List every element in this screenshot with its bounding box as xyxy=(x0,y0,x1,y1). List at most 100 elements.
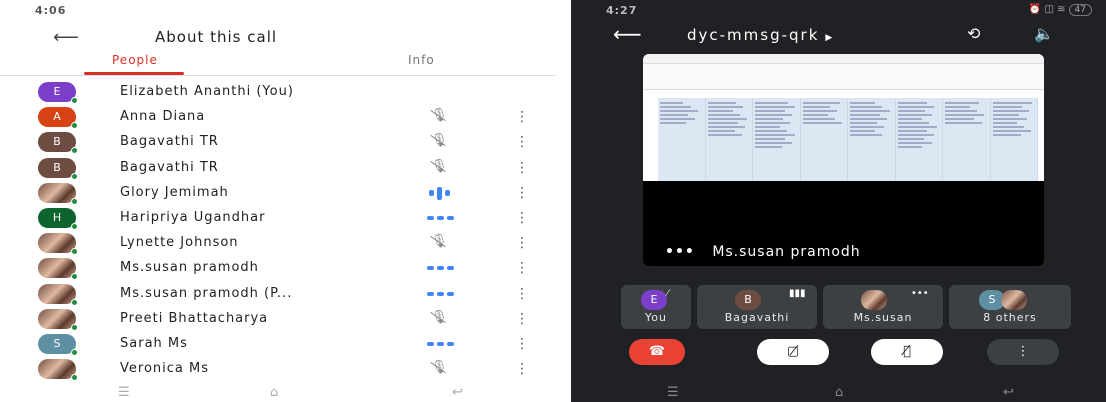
speaking-icon xyxy=(425,185,465,201)
sheet-column xyxy=(943,98,991,181)
kebab-icon[interactable]: ⋮ xyxy=(515,361,529,377)
mic-off-icon: 🎙 xyxy=(431,133,448,149)
participant-row[interactable]: Ms.susan pramodh ⋮ xyxy=(0,256,556,281)
tile-label: 8 others xyxy=(983,311,1037,324)
tile-label: You xyxy=(645,311,667,324)
avatar: A xyxy=(38,107,78,130)
participant-row[interactable]: B Bagavathi TR 🎙 ⋮ xyxy=(0,156,556,181)
nav-bar: ☰ ⌂ ↩ xyxy=(0,383,556,402)
kebab-icon[interactable]: ⋮ xyxy=(515,134,529,150)
kebab-icon[interactable]: ⋮ xyxy=(515,286,529,302)
status-time: 4:27 xyxy=(606,4,638,17)
participant-row[interactable]: Lynette Johnson 🎙 ⋮ xyxy=(0,231,556,256)
header: ⟵ About this call xyxy=(0,22,556,50)
home-icon[interactable]: ⌂ xyxy=(835,385,843,400)
participant-tiles: E ⁄ You B ▮▮▮ Bagavathi ••• Ms.susan S 8… xyxy=(621,285,1081,329)
kebab-icon: ⋮ xyxy=(1016,344,1030,359)
sheet-column xyxy=(990,98,1038,181)
kebab-icon[interactable]: ⋮ xyxy=(515,210,529,226)
recents-icon[interactable]: ☰ xyxy=(118,385,130,400)
online-dot-icon xyxy=(71,97,78,104)
tab-info[interactable]: Info xyxy=(408,53,435,67)
three-dots-icon xyxy=(425,260,465,276)
avatar xyxy=(38,233,78,256)
participant-row[interactable]: Glory Jemimah ⋮ xyxy=(0,181,556,206)
sheet-grid xyxy=(658,98,1038,181)
page-title: About this call xyxy=(155,28,278,46)
kebab-icon[interactable]: ⋮ xyxy=(515,235,529,251)
participant-name: Bagavathi TR xyxy=(120,134,219,150)
active-tab-indicator xyxy=(84,72,184,75)
kebab-icon[interactable]: ⋮ xyxy=(515,185,529,201)
home-icon[interactable]: ⌂ xyxy=(270,385,278,400)
participant-row[interactable]: Ms.susan pramodh (P... ⋮ xyxy=(0,282,556,307)
participant-name: Preeti Bhattacharya xyxy=(120,310,269,326)
three-dots-icon xyxy=(425,286,465,302)
presentation-view[interactable]: ••• Ms.susan pramodh xyxy=(643,54,1044,266)
participant-row[interactable]: E Elizabeth Ananthi (You) xyxy=(0,80,556,105)
participant-row[interactable]: Veronica Ms 🎙 ⋮ xyxy=(0,357,556,382)
status-bar: 4:27 ⏰ ◫ ≋ 47 xyxy=(571,0,1106,22)
sheet-column xyxy=(848,98,896,181)
tile-you[interactable]: E ⁄ You xyxy=(621,285,691,329)
back-nav-icon[interactable]: ↩ xyxy=(1003,385,1014,400)
tile-others[interactable]: S 8 others xyxy=(949,285,1071,329)
kebab-icon[interactable]: ⋮ xyxy=(515,260,529,276)
recents-icon[interactable]: ☰ xyxy=(667,385,679,400)
more-options-button[interactable]: ⋮ xyxy=(987,339,1059,365)
online-dot-icon xyxy=(71,248,78,256)
meeting-header: ⟵ dyc-mmsg-qrk ▶ ⟲ 🔈 xyxy=(571,20,1106,48)
camera-toggle-button[interactable]: ▢̸ xyxy=(757,339,829,365)
participant-row[interactable]: H Haripriya Ugandhar ⋮ xyxy=(0,206,556,231)
avatar: B xyxy=(735,290,761,310)
participant-name: Haripriya Ugandhar xyxy=(120,210,266,225)
speaker-icon[interactable]: 🔈 xyxy=(1034,24,1054,43)
switch-camera-icon[interactable]: ⟲ xyxy=(967,24,980,43)
call-controls: ☎ ▢̸ 🎙̸ ⋮ xyxy=(571,337,1106,367)
battery-indicator: 47 xyxy=(1068,4,1092,16)
online-dot-icon xyxy=(71,323,78,331)
presenter-name: Ms.susan pramodh xyxy=(712,244,861,260)
participant-row[interactable]: Preeti Bhattacharya 🎙 ⋮ xyxy=(0,307,556,332)
participant-row[interactable]: B Bagavathi TR 🎙 ⋮ xyxy=(0,130,556,155)
avatar xyxy=(38,359,78,382)
avatar xyxy=(38,308,78,331)
kebab-icon[interactable]: ⋮ xyxy=(515,160,529,176)
avatar: S xyxy=(38,334,78,356)
meeting-code[interactable]: dyc-mmsg-qrk ▶ xyxy=(687,26,834,44)
sheet-column xyxy=(753,98,801,181)
avatar xyxy=(38,182,78,205)
mic-off-icon: 🎙̸ xyxy=(903,344,911,359)
sheet-toolbar xyxy=(643,54,1044,64)
participant-row[interactable]: S Sarah Ms ⋮ xyxy=(0,332,556,357)
end-call-button[interactable]: ☎ xyxy=(629,339,685,365)
presenter-label: ••• Ms.susan pramodh xyxy=(665,244,861,260)
avatar: H xyxy=(38,208,78,230)
mic-toggle-button[interactable]: 🎙̸ xyxy=(871,339,943,365)
meeting-screen: 4:27 ⏰ ◫ ≋ 47 ⟵ dyc-mmsg-qrk ▶ ⟲ 🔈 ••• Ms.… xyxy=(571,0,1106,402)
nav-bar: ☰ ⌂ ↩ xyxy=(571,383,1106,402)
tile-bagavathi[interactable]: B ▮▮▮ Bagavathi xyxy=(697,285,817,329)
tab-bar: People Info xyxy=(0,50,556,76)
participant-row[interactable]: A Anna Diana 🎙 ⋮ xyxy=(0,105,556,130)
speaking-icon: ▮▮▮ xyxy=(789,288,806,299)
tile-label: Ms.susan xyxy=(853,311,913,324)
kebab-icon[interactable]: ⋮ xyxy=(515,311,529,327)
online-dot-icon xyxy=(71,122,78,130)
more-dots-icon[interactable]: ••• xyxy=(665,244,695,260)
kebab-icon[interactable]: ⋮ xyxy=(515,336,529,352)
tab-people[interactable]: People xyxy=(112,53,158,67)
sheet-column xyxy=(895,98,943,181)
online-dot-icon xyxy=(71,298,78,306)
back-arrow-icon[interactable]: ⟵ xyxy=(613,22,642,46)
kebab-icon[interactable]: ⋮ xyxy=(515,109,529,125)
avatar: B xyxy=(38,132,78,155)
online-dot-icon xyxy=(71,273,78,281)
avatar xyxy=(38,258,78,281)
back-nav-icon[interactable]: ↩ xyxy=(452,385,463,400)
online-dot-icon xyxy=(71,223,78,230)
back-arrow-icon[interactable]: ⟵ xyxy=(53,27,79,48)
avatar xyxy=(1001,290,1027,310)
tile-ms-susan[interactable]: ••• Ms.susan xyxy=(823,285,943,329)
sheet-column xyxy=(705,98,753,181)
